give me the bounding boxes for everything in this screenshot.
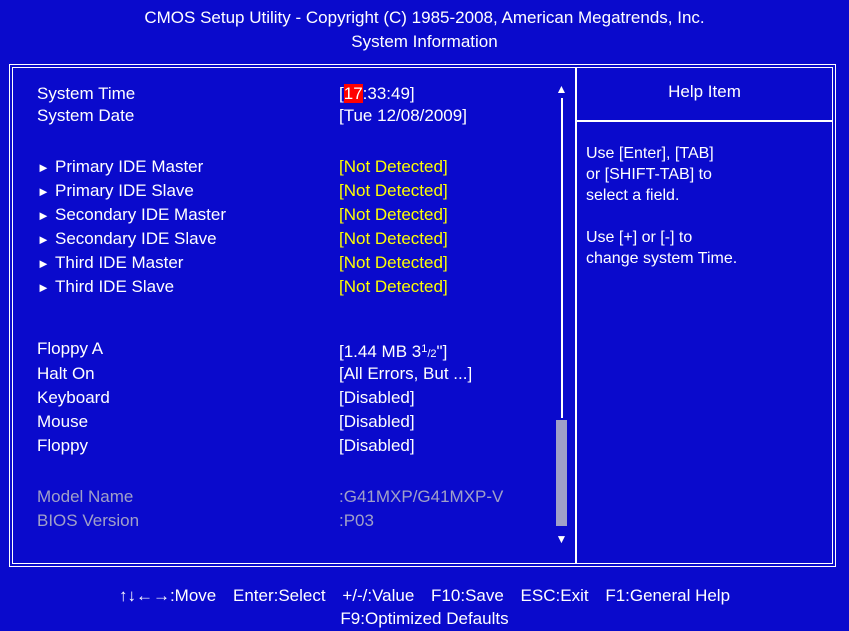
legend-help: F1:General Help [605, 586, 731, 605]
submenu-arrow-icon: ► [37, 232, 50, 247]
ide-label: Third IDE Slave [55, 277, 175, 296]
scrollbar-track [561, 98, 563, 418]
keyboard-value[interactable]: [Disabled] [339, 387, 415, 409]
help-text: Use [Enter], [TAB] or [SHIFT-TAB] to sel… [586, 143, 826, 290]
floppy-value[interactable]: [Disabled] [339, 435, 415, 457]
system-time-value[interactable]: [17:33:49] [339, 83, 415, 105]
system-date-label: System Date [37, 106, 135, 125]
submenu-arrow-icon: ► [37, 256, 50, 271]
mouse-value[interactable]: [Disabled] [339, 411, 415, 433]
legend-exit: ESC:Exit [520, 586, 589, 605]
scroll-up-icon[interactable]: ▲ [554, 82, 569, 96]
submenu-arrow-icon: ► [37, 208, 50, 223]
ide-value: [Not Detected] [339, 157, 448, 176]
legend-save: F10:Save [431, 586, 504, 605]
model-name-label: Model Name [37, 487, 134, 506]
system-date-value[interactable]: [Tue 12/08/2009] [339, 105, 467, 127]
scrollbar[interactable]: ▲ ▼ [554, 78, 569, 554]
help-paragraph-2: Use [+] or [-] to change system Time. [586, 229, 738, 267]
ide-value: [Not Detected] [339, 181, 448, 200]
ide-item-primary-slave[interactable]: ► Primary IDE Slave [37, 180, 194, 202]
ide-value: [Not Detected] [339, 229, 448, 248]
ide-label: Third IDE Master [55, 253, 184, 272]
floppy-a-value-text: [1.44 MB 3 [339, 342, 422, 361]
legend-defaults: F9:Optimized Defaults [340, 609, 509, 628]
scroll-down-icon[interactable]: ▼ [554, 532, 569, 546]
submenu-arrow-icon: ► [37, 184, 50, 199]
system-time-label: System Time [37, 84, 136, 103]
help-paragraph-1: Use [Enter], [TAB] or [SHIFT-TAB] to sel… [586, 145, 714, 204]
copyright-title: CMOS Setup Utility - Copyright (C) 1985-… [144, 8, 705, 27]
bios-version-label: BIOS Version [37, 511, 140, 530]
submenu-arrow-icon: ► [37, 160, 50, 175]
mouse-label: Mouse [37, 412, 89, 431]
ide-item-third-slave[interactable]: ► Third IDE Slave [37, 276, 174, 298]
page-title: System Information [351, 32, 498, 51]
panel-divider [575, 68, 577, 563]
legend-select: Enter:Select [232, 586, 326, 605]
ide-label: Secondary IDE Master [55, 205, 227, 224]
halt-on-value[interactable]: [All Errors, But ...] [339, 363, 472, 385]
system-time-rest[interactable]: :33:49] [363, 84, 415, 103]
legend-move: ↑↓←→:Move [118, 586, 217, 605]
system-time-hour-field[interactable]: 17 [343, 84, 363, 103]
scrollbar-thumb[interactable] [556, 420, 567, 526]
floppy-a-value[interactable]: [1.44 MB 31/2"] [339, 338, 448, 361]
ide-value: [Not Detected] [339, 277, 448, 296]
key-legend: ↑↓←→:Move Enter:Select +/-/:Value F10:Sa… [0, 584, 849, 630]
help-title: Help Item [668, 82, 741, 101]
ide-item-primary-master[interactable]: ► Primary IDE Master [37, 156, 203, 178]
ide-value: [Not Detected] [339, 205, 448, 224]
keyboard-label: Keyboard [37, 388, 110, 407]
floppy-label: Floppy [37, 436, 89, 455]
ide-label: Primary IDE Slave [55, 181, 194, 200]
ide-item-secondary-slave[interactable]: ► Secondary IDE Slave [37, 228, 217, 250]
floppy-a-close: "] [436, 342, 448, 361]
legend-value: +/-/:Value [342, 586, 415, 605]
model-name-value: :G41MXP/G41MXP-V [339, 487, 504, 506]
ide-label: Primary IDE Master [55, 157, 204, 176]
ide-value: [Not Detected] [339, 253, 448, 272]
bios-header: CMOS Setup Utility - Copyright (C) 1985-… [0, 0, 849, 60]
ide-item-secondary-master[interactable]: ► Secondary IDE Master [37, 204, 226, 226]
halt-on-label: Halt On [37, 364, 95, 383]
floppy-a-label: Floppy A [37, 339, 104, 358]
help-separator [577, 120, 832, 122]
bios-version-value: :P03 [339, 511, 374, 530]
ide-item-third-master[interactable]: ► Third IDE Master [37, 252, 183, 274]
submenu-arrow-icon: ► [37, 280, 50, 295]
ide-label: Secondary IDE Slave [55, 229, 217, 248]
